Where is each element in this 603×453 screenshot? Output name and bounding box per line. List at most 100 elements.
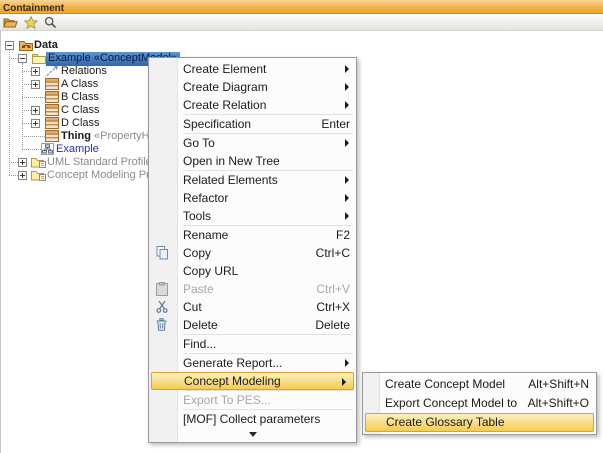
menu-item-shortcut: Alt+Shift+N — [528, 375, 589, 394]
submenu-arrow-icon — [345, 176, 349, 184]
menu-item-label: Create Element — [183, 60, 350, 78]
menu-item-label: Copy — [183, 244, 316, 262]
menu-item-shortcut: Ctrl+V — [316, 280, 350, 298]
menu-item-rename[interactable]: Rename F2 — [149, 226, 356, 244]
menu-item-find[interactable]: Find... — [149, 335, 356, 353]
menu-item-label: Export Concept Model to OWL — [385, 394, 528, 413]
tree-item-data[interactable]: Data — [1, 39, 603, 52]
open-element-button[interactable] — [3, 15, 18, 29]
menu-item-create-element[interactable]: Create Element — [149, 60, 356, 78]
menu-item-tools[interactable]: Tools — [149, 207, 356, 225]
submenu-arrow-icon — [345, 83, 349, 91]
class-icon — [45, 117, 60, 130]
menu-item-copy[interactable]: Copy Ctrl+C — [149, 244, 356, 262]
panel-toolbar — [0, 14, 603, 31]
menu-item-label: Tools — [183, 207, 350, 225]
expand-toggle[interactable] — [18, 158, 27, 167]
submenu-arrow-icon — [345, 101, 349, 109]
open-folder-icon — [3, 16, 18, 29]
tree-item-label: Relations — [61, 65, 107, 78]
favorites-button[interactable] — [23, 15, 38, 29]
model-icon — [19, 39, 34, 52]
menu-item-shortcut: Ctrl+C — [316, 244, 350, 262]
menu-item-label: Cut — [183, 298, 316, 316]
relations-icon — [45, 65, 60, 78]
expand-toggle[interactable] — [18, 171, 27, 180]
menu-item-label: Delete — [183, 316, 315, 334]
menu-item-label: Copy URL — [183, 262, 350, 280]
cut-icon — [156, 300, 170, 314]
menu-item-label: Create Diagram — [183, 78, 350, 96]
menu-item-mof-collect-parameters[interactable]: [MOF] Collect parameters — [149, 410, 356, 428]
diagram-icon — [41, 143, 56, 156]
submenu-arrow-icon — [345, 65, 349, 73]
chevron-down-icon — [249, 432, 257, 437]
menu-item-label: Specification — [183, 115, 321, 133]
profile-icon — [31, 169, 46, 182]
submenu-arrow-icon — [345, 359, 349, 367]
search-icon — [44, 16, 57, 29]
menu-item-related-elements[interactable]: Related Elements — [149, 171, 356, 189]
menu-item-label: Create Glossary Table — [386, 414, 586, 431]
class-icon — [45, 104, 60, 117]
menu-item-label: Export To PES... — [183, 391, 350, 409]
menu-item-create-concept-model[interactable]: Create Concept Model Alt+Shift+N — [363, 375, 596, 394]
tree-item-label: Example — [56, 143, 99, 156]
menu-item-specification[interactable]: Specification Enter — [149, 115, 356, 133]
menu-item-label: Rename — [183, 226, 336, 244]
menu-item-label: Related Elements — [183, 171, 350, 189]
menu-item-delete[interactable]: Delete Delete — [149, 316, 356, 334]
menu-item-paste[interactable]: Paste Ctrl+V — [149, 280, 356, 298]
concept-modeling-submenu: Create Concept Model Alt+Shift+N Export … — [362, 372, 597, 435]
menu-item-label: Go To — [183, 134, 350, 152]
menu-item-export-concept-model-to-owl[interactable]: Export Concept Model to OWL Alt+Shift+O — [363, 394, 596, 413]
menu-item-label: Concept Modeling — [184, 373, 347, 389]
tree-item-label: B Class — [61, 91, 99, 104]
menu-item-shortcut: Delete — [315, 316, 350, 334]
expand-toggle[interactable] — [31, 106, 40, 115]
expand-toggle[interactable] — [31, 119, 40, 128]
class-icon — [45, 78, 60, 91]
submenu-arrow-icon — [345, 139, 349, 147]
menu-item-label: Create Concept Model — [385, 375, 528, 394]
menu-item-export-to-pes[interactable]: Export To PES... — [149, 391, 356, 409]
menu-scroll-down[interactable] — [149, 428, 356, 440]
submenu-arrow-icon — [342, 378, 346, 386]
search-button[interactable] — [43, 15, 58, 29]
expand-toggle[interactable] — [31, 67, 40, 76]
menu-item-label: Find... — [183, 335, 350, 353]
menu-item-label: Refactor — [183, 189, 350, 207]
menu-item-create-relation[interactable]: Create Relation — [149, 96, 356, 114]
menu-item-shortcut: Ctrl+X — [316, 298, 350, 316]
collapse-toggle[interactable] — [18, 54, 27, 63]
menu-item-concept-modeling[interactable]: Concept Modeling — [151, 372, 354, 390]
menu-item-create-diagram[interactable]: Create Diagram — [149, 78, 356, 96]
tree-item-label: Data — [34, 39, 58, 52]
panel-title: Containment — [0, 3, 64, 14]
menu-item-generate-report[interactable]: Generate Report... — [149, 354, 356, 372]
menu-item-label: Paste — [183, 280, 316, 298]
menu-item-cut[interactable]: Cut Ctrl+X — [149, 298, 356, 316]
expand-toggle[interactable] — [31, 80, 40, 89]
menu-item-copy-url[interactable]: Copy URL — [149, 262, 356, 280]
menu-item-refactor[interactable]: Refactor — [149, 189, 356, 207]
containment-panel: Containment — [0, 0, 603, 453]
menu-item-label: Open in New Tree — [183, 152, 350, 170]
submenu-arrow-icon — [345, 212, 349, 220]
menu-item-shortcut: F2 — [336, 226, 350, 244]
tree-item-label: D Class — [61, 117, 100, 130]
trash-icon — [156, 318, 170, 332]
menu-item-shortcut: Alt+Shift+O — [528, 394, 589, 413]
menu-item-label: [MOF] Collect parameters — [183, 410, 350, 428]
package-icon — [32, 52, 47, 65]
menu-item-label: Generate Report... — [183, 354, 350, 372]
menu-item-go-to[interactable]: Go To — [149, 134, 356, 152]
context-menu: Create Element Create Diagram Create Rel… — [148, 57, 357, 443]
menu-item-create-glossary-table[interactable]: Create Glossary Table — [365, 413, 594, 432]
tree-item-label: C Class — [61, 104, 100, 117]
submenu-arrow-icon — [345, 194, 349, 202]
collapse-toggle[interactable] — [5, 41, 14, 50]
panel-title-bar: Containment — [0, 0, 603, 14]
menu-item-open-in-new-tree[interactable]: Open in New Tree — [149, 152, 356, 170]
star-icon — [24, 16, 38, 29]
